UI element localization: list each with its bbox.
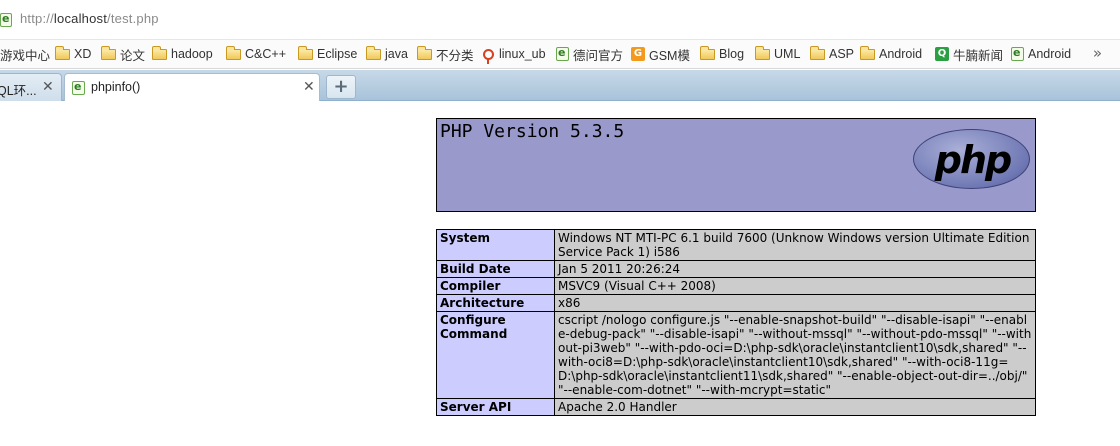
row-key: Architecture bbox=[436, 294, 555, 312]
table-row: Configure Command cscript /nologo config… bbox=[436, 311, 1036, 399]
info-table: System Windows NT MTI-PC 6.1 build 7600 … bbox=[436, 229, 1036, 416]
row-value: x86 bbox=[554, 294, 1036, 312]
row-key: Build Date bbox=[436, 260, 555, 278]
url-path: /test.php bbox=[107, 11, 159, 26]
bookmark-item[interactable]: 德问官方 bbox=[556, 45, 623, 63]
bookmark-item[interactable]: Eclipse bbox=[298, 45, 357, 63]
bookmark-label: 论文 bbox=[120, 48, 146, 63]
bookmark-item[interactable]: G GSM模 bbox=[631, 45, 690, 63]
folder-icon bbox=[755, 45, 770, 60]
ie-page-icon bbox=[72, 80, 85, 95]
bookmark-label: linux_ub bbox=[499, 47, 546, 61]
bookmark-label: 不分类 bbox=[436, 48, 474, 63]
bookmark-item[interactable]: java bbox=[366, 45, 408, 63]
bookmark-item[interactable]: Q 牛腩新闻 bbox=[935, 45, 1003, 63]
bookmark-label: 游戏中心 bbox=[0, 48, 51, 63]
folder-icon bbox=[366, 45, 381, 60]
bookmark-item[interactable]: XD bbox=[55, 45, 91, 63]
bookmark-item[interactable]: 论文 bbox=[101, 45, 145, 63]
folder-icon bbox=[810, 45, 825, 60]
bookmark-label: ASP bbox=[829, 47, 855, 61]
tab-active[interactable]: phpinfo() ✕ bbox=[64, 73, 320, 101]
bookmark-item[interactable]: Android bbox=[1011, 45, 1071, 63]
row-value: MSVC9 (Visual C++ 2008) bbox=[554, 277, 1036, 295]
folder-icon bbox=[860, 45, 875, 60]
bookmark-label: UML bbox=[774, 47, 801, 61]
bookmark-label: 牛腩新闻 bbox=[953, 48, 1004, 63]
row-key: Compiler bbox=[436, 277, 555, 295]
folder-icon bbox=[417, 45, 432, 60]
tab-label: QL环... bbox=[0, 84, 37, 98]
bookmark-item[interactable]: hadoop bbox=[152, 45, 213, 63]
bookmark-label: Blog bbox=[719, 47, 745, 61]
folder-icon bbox=[700, 45, 715, 60]
gsm-icon: G bbox=[631, 47, 645, 61]
php-version-header: PHP Version 5.3.5 php bbox=[436, 118, 1036, 212]
table-row: System Windows NT MTI-PC 6.1 build 7600 … bbox=[436, 229, 1036, 261]
tab-inactive[interactable]: QL环... ✕ bbox=[0, 73, 62, 101]
php-logo-text: php bbox=[934, 138, 1012, 182]
table-row: Server API Apache 2.0 Handler bbox=[436, 398, 1036, 416]
bookmark-item[interactable]: UML bbox=[755, 45, 800, 63]
folder-icon bbox=[152, 45, 167, 60]
row-key: Server API bbox=[436, 398, 555, 416]
address-bar[interactable]: http://localhost/test.php bbox=[0, 0, 1120, 40]
new-tab-button[interactable]: + bbox=[326, 75, 356, 99]
folder-icon bbox=[55, 45, 70, 60]
row-key: Configure Command bbox=[436, 311, 555, 399]
table-row: Compiler MSVC9 (Visual C++ 2008) bbox=[436, 277, 1036, 295]
bookmark-label: XD bbox=[74, 47, 92, 61]
page-title: PHP Version 5.3.5 bbox=[440, 121, 625, 142]
row-value: cscript /nologo configure.js "--enable-s… bbox=[554, 311, 1036, 399]
close-tab-icon[interactable]: ✕ bbox=[303, 79, 315, 95]
url-scheme: http:// bbox=[20, 11, 54, 26]
php-logo[interactable]: php bbox=[913, 129, 1030, 189]
url-field[interactable]: http://localhost/test.php bbox=[20, 11, 159, 26]
ie-page-icon bbox=[1011, 46, 1024, 61]
bookmark-label: Android bbox=[1028, 47, 1072, 61]
row-value: Apache 2.0 Handler bbox=[554, 398, 1036, 416]
bookmark-label: GSM模 bbox=[649, 48, 690, 63]
bookmark-label: hadoop bbox=[171, 47, 213, 61]
bookmark-item[interactable]: Blog bbox=[700, 45, 744, 63]
bookmark-label: Android bbox=[879, 47, 923, 61]
tab-strip: QL环... ✕ phpinfo() ✕ + bbox=[0, 70, 1120, 101]
bookmark-label: 德问官方 bbox=[573, 48, 624, 63]
ie-page-icon bbox=[556, 46, 569, 61]
close-tab-icon[interactable]: ✕ bbox=[42, 79, 54, 95]
bookmark-label: java bbox=[385, 47, 408, 61]
pin-icon bbox=[483, 48, 494, 64]
bookmark-label: Eclipse bbox=[317, 47, 358, 61]
page-content: PHP Version 5.3.5 php System Windows NT … bbox=[0, 102, 1120, 446]
bookmark-item[interactable]: 游戏中心 bbox=[0, 45, 50, 63]
bookmarks-bar: 游戏中心 XD 论文 hadoop C&C++ Eclipse java 不分类… bbox=[0, 40, 1120, 69]
folder-icon bbox=[298, 45, 313, 60]
tab-label: phpinfo() bbox=[91, 80, 141, 94]
page-favicon-icon bbox=[0, 12, 12, 27]
bookmarks-overflow-icon[interactable]: » bbox=[1093, 44, 1102, 62]
bookmark-item[interactable]: ASP bbox=[810, 45, 854, 63]
table-row: Build Date Jan 5 2011 20:26:24 bbox=[436, 260, 1036, 278]
bookmark-item[interactable]: C&C++ bbox=[226, 45, 286, 63]
folder-icon bbox=[226, 45, 241, 60]
row-key: System bbox=[436, 229, 555, 261]
table-row: Architecture x86 bbox=[436, 294, 1036, 312]
bookmark-item[interactable]: Android bbox=[860, 45, 922, 63]
bookmark-item[interactable]: linux_ub bbox=[483, 45, 546, 64]
green-search-icon: Q bbox=[935, 47, 949, 61]
bookmark-item[interactable]: 不分类 bbox=[417, 45, 474, 63]
row-value: Windows NT MTI-PC 6.1 build 7600 (Unknow… bbox=[554, 229, 1036, 261]
url-host: localhost bbox=[53, 11, 108, 26]
row-value: Jan 5 2011 20:26:24 bbox=[554, 260, 1036, 278]
bookmark-label: C&C++ bbox=[245, 47, 286, 61]
folder-icon bbox=[101, 45, 116, 60]
